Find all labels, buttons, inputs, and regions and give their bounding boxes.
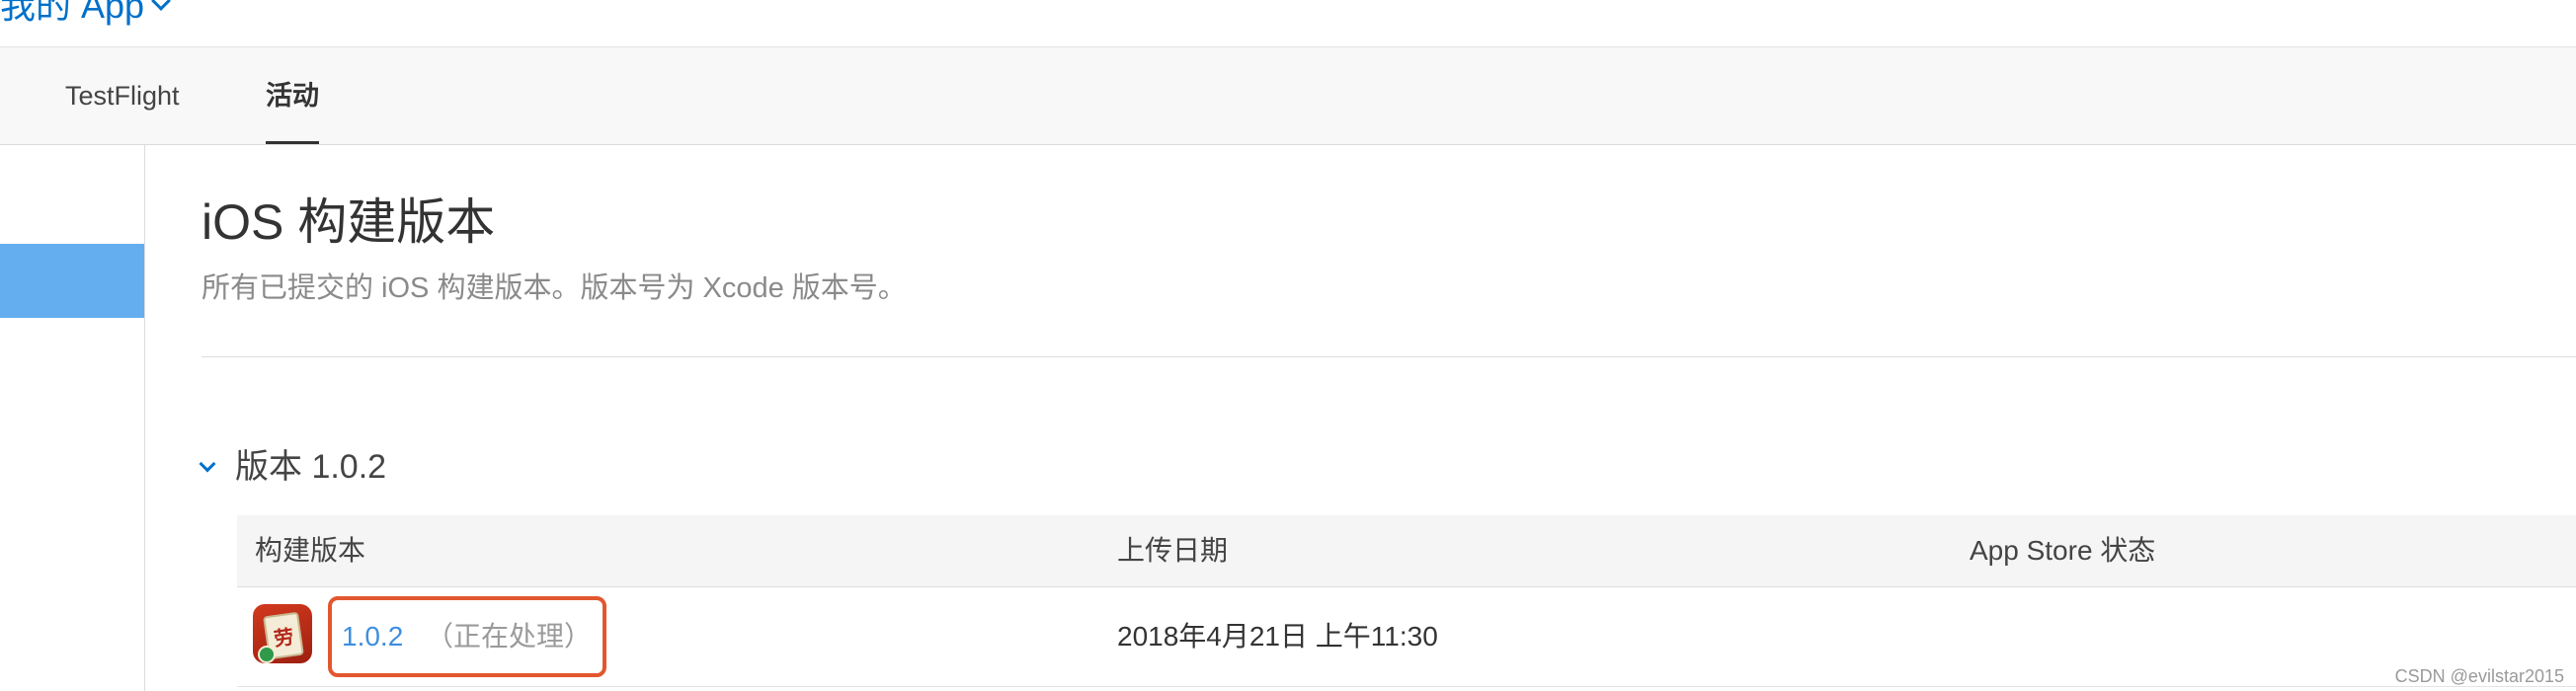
column-header-build: 构建版本 bbox=[255, 535, 366, 566]
page-subtitle: 所有已提交的 iOS 构建版本。版本号为 Xcode 版本号。 bbox=[201, 272, 907, 304]
tab-bar: TestFlight 活动 bbox=[0, 47, 2576, 145]
tab-label: 活动 bbox=[266, 81, 319, 111]
my-apps-label: 我的 App bbox=[0, 0, 145, 26]
sidebar-item-ios-builds[interactable] bbox=[0, 244, 144, 318]
page-title: iOS 构建版本 bbox=[201, 194, 496, 250]
chip-icon bbox=[258, 646, 276, 663]
version-group-label: 版本 1.0.2 bbox=[235, 448, 387, 486]
tab-activity[interactable]: 活动 bbox=[266, 47, 319, 144]
build-number-link[interactable]: 1.0.2 bbox=[342, 615, 403, 658]
build-processing-status: （正在处理） bbox=[426, 621, 593, 652]
version-group-toggle[interactable]: 版本 1.0.2 bbox=[199, 442, 387, 492]
table-header: 构建版本 上传日期 App Store 状态 bbox=[237, 515, 2576, 587]
app-icon: 劳 bbox=[253, 604, 312, 663]
my-apps-menu[interactable]: 我的 App bbox=[0, 0, 171, 26]
sidebar bbox=[0, 145, 145, 691]
divider bbox=[201, 356, 2576, 357]
active-tab-indicator bbox=[266, 141, 319, 144]
page: 我的 App TestFlight 活动 iOS 构建版本 所有已提交的 iOS… bbox=[0, 0, 2576, 691]
watermark: CSDN @evilstar2015 bbox=[2394, 666, 2564, 686]
column-header-app-store-status: App Store 状态 bbox=[1970, 535, 2156, 566]
top-header: 我的 App bbox=[0, 0, 2576, 47]
tab-label: TestFlight bbox=[65, 81, 180, 111]
chevron-down-icon bbox=[199, 455, 216, 473]
chevron-down-icon bbox=[151, 0, 171, 11]
column-header-upload-date: 上传日期 bbox=[1117, 535, 1229, 566]
tab-testflight[interactable]: TestFlight bbox=[65, 47, 180, 144]
upload-date: 2018年4月21日 上午11:30 bbox=[1117, 621, 1438, 652]
